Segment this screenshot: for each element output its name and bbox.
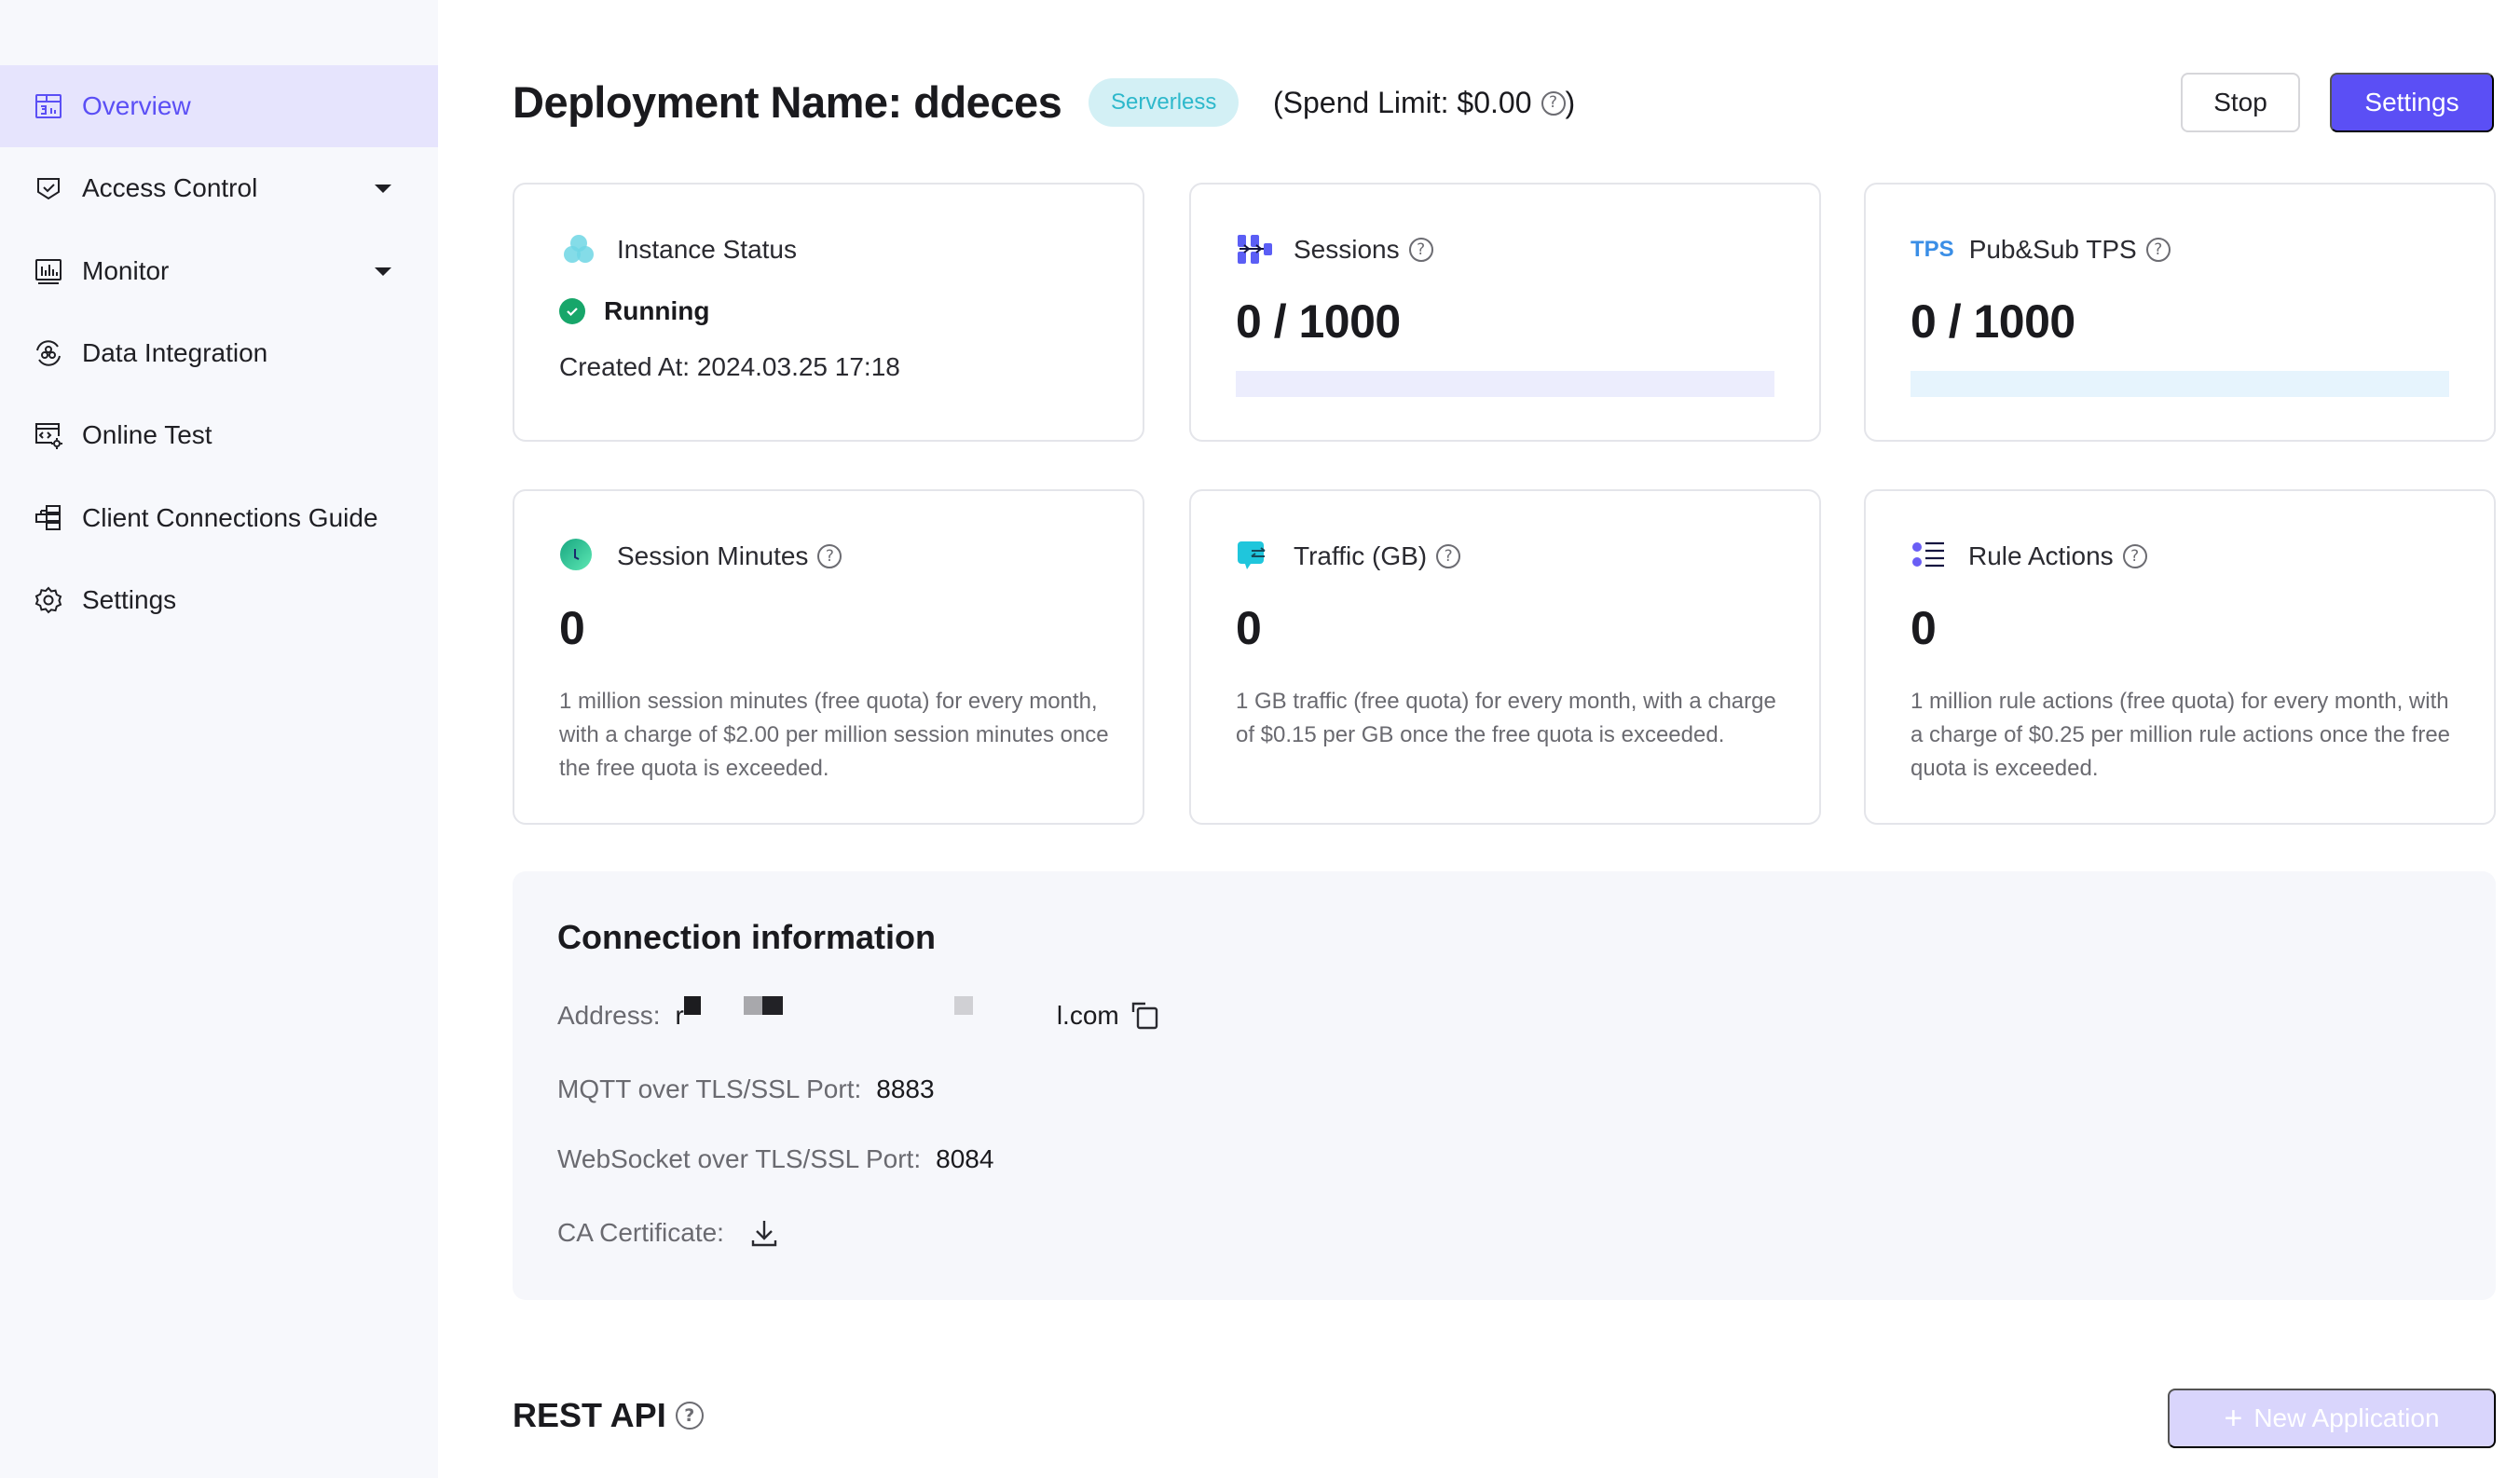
- new-application-button[interactable]: + New Application: [2168, 1389, 2496, 1448]
- card-title: Instance Status: [617, 235, 798, 264]
- cluster-icon: [559, 231, 598, 268]
- monitor-chart-icon: [34, 256, 63, 286]
- card-header: Instance Status: [559, 231, 797, 268]
- copy-icon[interactable]: [1130, 1001, 1160, 1031]
- help-icon[interactable]: ?: [675, 1402, 704, 1430]
- ws-port-label: WebSocket over TLS/SSL Port:: [557, 1144, 922, 1173]
- sidebar-item-label: Data Integration: [82, 338, 268, 367]
- address-suffix: l.com: [1056, 1001, 1119, 1030]
- tps-value: 0 / 1000: [1911, 295, 2075, 348]
- caret-down-icon[interactable]: [375, 185, 391, 193]
- caret-down-icon[interactable]: [375, 267, 391, 276]
- sidebar-item-client-connections-guide[interactable]: Client Connections Guide: [0, 477, 438, 559]
- ca-certificate-label: CA Certificate:: [557, 1218, 724, 1247]
- sidebar-item-settings[interactable]: Settings: [0, 559, 438, 641]
- card-title: Rule Actions: [1968, 541, 2114, 570]
- sidebar-item-monitor[interactable]: Monitor: [0, 230, 438, 312]
- card-header: Sessions ?: [1236, 231, 1433, 268]
- plus-icon: +: [2224, 1400, 2243, 1436]
- sessions-card: Sessions ? 0 / 1000: [1189, 183, 1821, 442]
- traffic-card: Traffic (GB) ? 0 1 GB traffic (free quot…: [1189, 489, 1821, 825]
- mqtt-port-label: MQTT over TLS/SSL Port:: [557, 1074, 862, 1103]
- card-title: Session Minutes: [617, 541, 809, 570]
- connection-info-panel: Connection information Address: r l.com …: [513, 871, 2496, 1300]
- spend-limit-close: ): [1565, 86, 1576, 119]
- help-icon[interactable]: ?: [2122, 544, 2147, 568]
- code-window-gear-icon: [34, 420, 63, 450]
- card-title: Traffic (GB): [1294, 541, 1428, 570]
- gear-icon: [34, 585, 63, 615]
- spend-limit-text: (Spend Limit: $0.00: [1273, 86, 1532, 119]
- check-circle-icon: [559, 298, 585, 324]
- rest-api-title: REST API: [513, 1396, 666, 1434]
- sidebar-item-label: Online Test: [82, 420, 212, 449]
- ws-port-value: 8084: [936, 1144, 994, 1173]
- mqtt-port-value: 8883: [876, 1074, 935, 1103]
- instance-status-card: Instance Status Running Created At: 2024…: [513, 183, 1144, 442]
- new-application-label: New Application: [2253, 1403, 2440, 1432]
- connection-info-title: Connection information: [557, 918, 936, 956]
- status-text: Running: [604, 296, 710, 325]
- plan-badge: Serverless: [1089, 78, 1239, 127]
- sidebar-item-access-control[interactable]: Access Control: [0, 147, 438, 229]
- card-title: Pub&Sub TPS: [1968, 235, 2137, 264]
- session-minutes-value: 0: [559, 602, 585, 654]
- help-icon[interactable]: ?: [1408, 238, 1433, 262]
- page-title: Deployment Name: ddeces: [513, 77, 1062, 127]
- card-title: Sessions: [1294, 235, 1400, 264]
- tps-icon: TPS: [1911, 237, 1954, 262]
- dashboard-icon: [34, 91, 63, 121]
- sidebar-item-overview[interactable]: Overview: [0, 65, 438, 147]
- session-minutes-description: 1 million session minutes (free quota) f…: [559, 689, 1109, 781]
- address-label: Address:: [557, 1001, 661, 1030]
- sessions-progress-bar: [1236, 371, 1774, 397]
- ca-certificate-row: CA Certificate:: [557, 1218, 778, 1248]
- sidebar-item-label: Client Connections Guide: [82, 503, 378, 532]
- redacted-address: [683, 996, 1057, 1032]
- data-integration-icon: [34, 338, 63, 368]
- help-icon[interactable]: ?: [1436, 544, 1461, 568]
- stop-button[interactable]: Stop: [2181, 73, 2300, 132]
- clock-icon: [559, 538, 598, 575]
- address-prefix: r: [675, 1001, 684, 1030]
- sidebar-item-label: Settings: [82, 585, 177, 614]
- tps-progress-bar: [1911, 371, 2449, 397]
- sidebar-item-data-integration[interactable]: Data Integration: [0, 312, 438, 394]
- spend-limit: (Spend Limit: $0.00 ? ): [1273, 86, 1575, 120]
- ws-port-row: WebSocket over TLS/SSL Port: 8084: [557, 1144, 993, 1174]
- card-header: Rule Actions ?: [1911, 538, 2147, 575]
- sidebar: Overview Access Control Monitor Data Int…: [0, 0, 438, 1478]
- help-icon[interactable]: ?: [2145, 238, 2171, 262]
- rule-actions-value: 0: [1911, 602, 1937, 654]
- traffic-chat-icon: [1236, 538, 1275, 575]
- card-header: Session Minutes ?: [559, 538, 842, 575]
- rule-actions-description: 1 million rule actions (free quota) for …: [1911, 689, 2451, 781]
- sessions-value: 0 / 1000: [1236, 295, 1401, 348]
- help-icon[interactable]: ?: [817, 544, 842, 568]
- mqtt-port-row: MQTT over TLS/SSL Port: 8883: [557, 1074, 935, 1104]
- rule-actions-card: Rule Actions ? 0 1 million rule actions …: [1864, 489, 2496, 825]
- settings-button[interactable]: Settings: [2330, 73, 2494, 132]
- sidebar-item-label: Monitor: [82, 256, 170, 285]
- status-row: Running: [559, 296, 710, 326]
- traffic-value: 0: [1236, 602, 1262, 654]
- card-header: TPS Pub&Sub TPS ?: [1911, 231, 2171, 268]
- client-connections-icon: [34, 503, 63, 533]
- card-header: Traffic (GB) ?: [1236, 538, 1461, 575]
- download-icon[interactable]: [750, 1218, 778, 1248]
- sessions-icon: [1236, 231, 1275, 268]
- rest-api-section-title: REST API ?: [513, 1396, 704, 1435]
- session-minutes-card: Session Minutes ? 0 1 million session mi…: [513, 489, 1144, 825]
- sidebar-item-online-test[interactable]: Online Test: [0, 394, 438, 476]
- traffic-description: 1 GB traffic (free quota) for every mont…: [1236, 689, 1776, 747]
- list-icon: [1911, 538, 1950, 575]
- sidebar-item-label: Access Control: [82, 173, 258, 202]
- help-icon[interactable]: ?: [1541, 90, 1566, 116]
- shield-check-icon: [34, 173, 63, 203]
- created-at: Created At: 2024.03.25 17:18: [559, 352, 900, 381]
- tps-card: TPS Pub&Sub TPS ? 0 / 1000: [1864, 183, 2496, 442]
- sidebar-item-label: Overview: [82, 91, 191, 120]
- address-row: Address: r l.com: [557, 996, 1160, 1032]
